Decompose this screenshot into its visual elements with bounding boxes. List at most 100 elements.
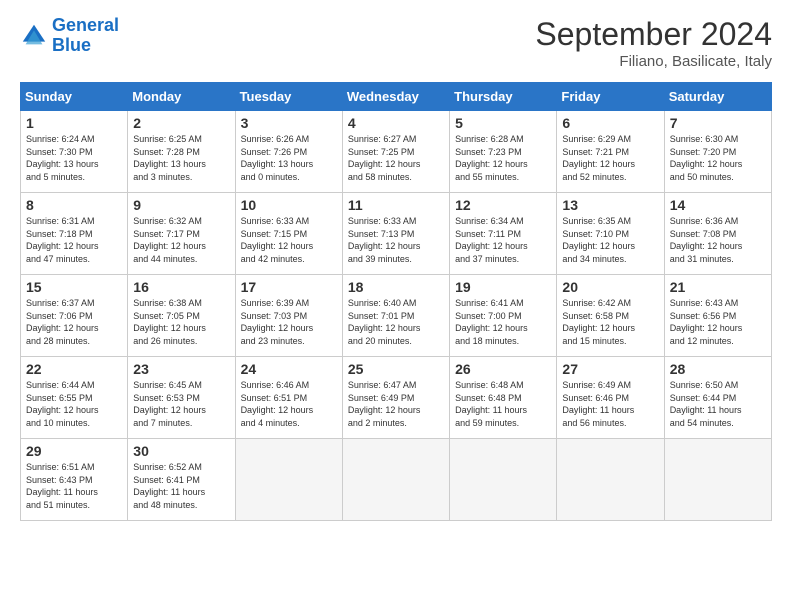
day-number: 7 xyxy=(670,115,766,131)
header: General Blue September 2024 Filiano, Bas… xyxy=(20,16,772,70)
calendar-week-row: 15 Sunrise: 6:37 AM Sunset: 7:06 PM Dayli… xyxy=(21,275,772,357)
day-number: 26 xyxy=(455,361,551,377)
header-monday: Monday xyxy=(128,83,235,111)
day-detail: Sunrise: 6:45 AM Sunset: 6:53 PM Dayligh… xyxy=(133,379,229,429)
day-number: 4 xyxy=(348,115,444,131)
day-number: 14 xyxy=(670,197,766,213)
day-detail: Sunrise: 6:48 AM Sunset: 6:48 PM Dayligh… xyxy=(455,379,551,429)
day-number: 27 xyxy=(562,361,658,377)
calendar-day-cell xyxy=(664,439,771,521)
calendar-day-cell: 22Sunrise: 6:44 AM Sunset: 6:55 PM Dayli… xyxy=(21,357,128,439)
header-thursday: Thursday xyxy=(450,83,557,111)
day-detail: Sunrise: 6:41 AM Sunset: 7:00 PM Dayligh… xyxy=(455,297,551,347)
calendar-day-cell: 24Sunrise: 6:46 AM Sunset: 6:51 PM Dayli… xyxy=(235,357,342,439)
calendar-body: 1Sunrise: 6:24 AM Sunset: 7:30 PM Daylig… xyxy=(21,111,772,521)
logo-general: General xyxy=(52,15,119,35)
day-number: 10 xyxy=(241,197,337,213)
day-detail: Sunrise: 6:40 AM Sunset: 7:01 PM Dayligh… xyxy=(348,297,444,347)
day-detail: Sunrise: 6:38 AM Sunset: 7:05 PM Dayligh… xyxy=(133,297,229,347)
calendar-day-cell: 23Sunrise: 6:45 AM Sunset: 6:53 PM Dayli… xyxy=(128,357,235,439)
day-number: 18 xyxy=(348,279,444,295)
calendar-day-cell: 14Sunrise: 6:36 AM Sunset: 7:08 PM Dayli… xyxy=(664,193,771,275)
day-number: 3 xyxy=(241,115,337,131)
calendar-day-cell: 3 Sunrise: 6:26 AM Sunset: 7:26 PM Daylig… xyxy=(235,111,342,193)
day-number: 21 xyxy=(670,279,766,295)
calendar-week-row: 1Sunrise: 6:24 AM Sunset: 7:30 PM Daylig… xyxy=(21,111,772,193)
day-number: 12 xyxy=(455,197,551,213)
day-detail: Sunrise: 6:31 AM Sunset: 7:18 PM Dayligh… xyxy=(26,215,122,265)
day-number: 5 xyxy=(455,115,551,131)
header-friday: Friday xyxy=(557,83,664,111)
day-detail: Sunrise: 6:33 AM Sunset: 7:13 PM Dayligh… xyxy=(348,215,444,265)
calendar-day-cell: 4 Sunrise: 6:27 AM Sunset: 7:25 PM Daylig… xyxy=(342,111,449,193)
calendar-day-cell: 7 Sunrise: 6:30 AM Sunset: 7:20 PM Daylig… xyxy=(664,111,771,193)
calendar-day-cell: 26 Sunrise: 6:48 AM Sunset: 6:48 PM Dayli… xyxy=(450,357,557,439)
calendar-day-cell: 16 Sunrise: 6:38 AM Sunset: 7:05 PM Dayli… xyxy=(128,275,235,357)
calendar-day-cell xyxy=(342,439,449,521)
day-detail: Sunrise: 6:50 AM Sunset: 6:44 PM Dayligh… xyxy=(670,379,766,429)
calendar-week-row: 8Sunrise: 6:31 AM Sunset: 7:18 PM Daylig… xyxy=(21,193,772,275)
calendar-day-cell: 9Sunrise: 6:32 AM Sunset: 7:17 PM Daylig… xyxy=(128,193,235,275)
day-number: 1 xyxy=(26,115,122,131)
calendar-day-cell xyxy=(235,439,342,521)
calendar-day-cell: 18 Sunrise: 6:40 AM Sunset: 7:01 PM Dayli… xyxy=(342,275,449,357)
logo-icon xyxy=(20,22,48,50)
day-number: 24 xyxy=(241,361,337,377)
day-detail: Sunrise: 6:25 AM Sunset: 7:28 PM Dayligh… xyxy=(133,133,229,183)
day-number: 22 xyxy=(26,361,122,377)
calendar-day-cell: 30 Sunrise: 6:52 AM Sunset: 6:41 PM Dayli… xyxy=(128,439,235,521)
day-detail: Sunrise: 6:33 AM Sunset: 7:15 PM Dayligh… xyxy=(241,215,337,265)
calendar-day-cell: 5 Sunrise: 6:28 AM Sunset: 7:23 PM Daylig… xyxy=(450,111,557,193)
calendar-day-cell: 21 Sunrise: 6:43 AM Sunset: 6:56 PM Dayli… xyxy=(664,275,771,357)
day-number: 15 xyxy=(26,279,122,295)
day-detail: Sunrise: 6:27 AM Sunset: 7:25 PM Dayligh… xyxy=(348,133,444,183)
day-number: 16 xyxy=(133,279,229,295)
calendar-day-cell: 25Sunrise: 6:47 AM Sunset: 6:49 PM Dayli… xyxy=(342,357,449,439)
day-number: 25 xyxy=(348,361,444,377)
day-detail: Sunrise: 6:30 AM Sunset: 7:20 PM Dayligh… xyxy=(670,133,766,183)
calendar-day-cell: 10 Sunrise: 6:33 AM Sunset: 7:15 PM Dayli… xyxy=(235,193,342,275)
calendar-day-cell xyxy=(450,439,557,521)
day-number: 6 xyxy=(562,115,658,131)
day-detail: Sunrise: 6:43 AM Sunset: 6:56 PM Dayligh… xyxy=(670,297,766,347)
day-number: 28 xyxy=(670,361,766,377)
day-detail: Sunrise: 6:29 AM Sunset: 7:21 PM Dayligh… xyxy=(562,133,658,183)
calendar-day-cell xyxy=(557,439,664,521)
day-number: 17 xyxy=(241,279,337,295)
logo-blue: Blue xyxy=(52,36,119,56)
month-title: September 2024 xyxy=(535,16,772,53)
day-detail: Sunrise: 6:35 AM Sunset: 7:10 PM Dayligh… xyxy=(562,215,658,265)
calendar-day-cell: 13 Sunrise: 6:35 AM Sunset: 7:10 PM Dayli… xyxy=(557,193,664,275)
calendar-day-cell: 27 Sunrise: 6:49 AM Sunset: 6:46 PM Dayli… xyxy=(557,357,664,439)
calendar-table: Sunday Monday Tuesday Wednesday Thursday… xyxy=(20,82,772,521)
day-number: 2 xyxy=(133,115,229,131)
calendar-day-cell: 15 Sunrise: 6:37 AM Sunset: 7:06 PM Dayli… xyxy=(21,275,128,357)
day-detail: Sunrise: 6:26 AM Sunset: 7:26 PM Dayligh… xyxy=(241,133,337,183)
day-number: 29 xyxy=(26,443,122,459)
day-detail: Sunrise: 6:52 AM Sunset: 6:41 PM Dayligh… xyxy=(133,461,229,511)
calendar-day-cell: 8Sunrise: 6:31 AM Sunset: 7:18 PM Daylig… xyxy=(21,193,128,275)
header-sunday: Sunday xyxy=(21,83,128,111)
day-number: 11 xyxy=(348,197,444,213)
day-detail: Sunrise: 6:37 AM Sunset: 7:06 PM Dayligh… xyxy=(26,297,122,347)
day-number: 9 xyxy=(133,197,229,213)
title-block: September 2024 Filiano, Basilicate, Ital… xyxy=(535,16,772,70)
calendar-day-cell: 12 Sunrise: 6:34 AM Sunset: 7:11 PM Dayli… xyxy=(450,193,557,275)
calendar-week-row: 29Sunrise: 6:51 AM Sunset: 6:43 PM Dayli… xyxy=(21,439,772,521)
calendar-day-cell: 11 Sunrise: 6:33 AM Sunset: 7:13 PM Dayli… xyxy=(342,193,449,275)
day-number: 30 xyxy=(133,443,229,459)
calendar-day-cell: 20Sunrise: 6:42 AM Sunset: 6:58 PM Dayli… xyxy=(557,275,664,357)
calendar-day-cell: 19Sunrise: 6:41 AM Sunset: 7:00 PM Dayli… xyxy=(450,275,557,357)
day-detail: Sunrise: 6:28 AM Sunset: 7:23 PM Dayligh… xyxy=(455,133,551,183)
day-number: 20 xyxy=(562,279,658,295)
weekday-header-row: Sunday Monday Tuesday Wednesday Thursday… xyxy=(21,83,772,111)
day-detail: Sunrise: 6:34 AM Sunset: 7:11 PM Dayligh… xyxy=(455,215,551,265)
header-tuesday: Tuesday xyxy=(235,83,342,111)
calendar-day-cell: 29Sunrise: 6:51 AM Sunset: 6:43 PM Dayli… xyxy=(21,439,128,521)
calendar-day-cell: 17Sunrise: 6:39 AM Sunset: 7:03 PM Dayli… xyxy=(235,275,342,357)
logo: General Blue xyxy=(20,16,119,56)
page: General Blue September 2024 Filiano, Bas… xyxy=(0,0,792,531)
day-number: 13 xyxy=(562,197,658,213)
day-detail: Sunrise: 6:49 AM Sunset: 6:46 PM Dayligh… xyxy=(562,379,658,429)
calendar-day-cell: 1Sunrise: 6:24 AM Sunset: 7:30 PM Daylig… xyxy=(21,111,128,193)
